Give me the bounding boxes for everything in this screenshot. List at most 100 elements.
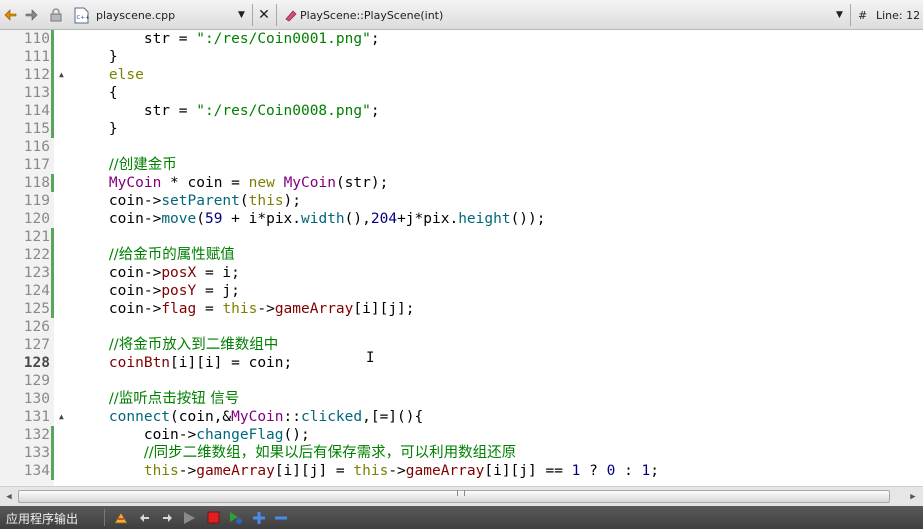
forward-arrow-icon[interactable]: [24, 6, 40, 24]
code-line[interactable]: 133 //同步二维数组，如果以后有保存需求，可以利用数组还原: [0, 444, 923, 462]
scroll-left-icon[interactable]: ◀: [2, 490, 16, 504]
code-token: width: [301, 211, 345, 227]
code-token: else: [108, 67, 144, 83]
code-line[interactable]: 124 coin->posY = j;: [0, 282, 923, 300]
fold-marker-icon[interactable]: ▲: [59, 408, 67, 426]
code-line[interactable]: 123 coin->posX = i;: [0, 264, 923, 282]
code-token: }: [74, 49, 118, 65]
code-text: coin->flag = this->gameArray[i][j];: [74, 300, 415, 318]
chevron-down-icon[interactable]: ▼: [836, 6, 846, 24]
stop-icon[interactable]: [204, 509, 222, 526]
code-token: [i][j];: [353, 301, 415, 317]
scrollbar-thumb[interactable]: [18, 490, 890, 503]
code-line[interactable]: 130 //监听点击按钮 信号: [0, 390, 923, 408]
code-editor[interactable]: 110 str = ":/res/Coin0001.png"; 111 } 112 ▲…: [0, 30, 923, 486]
change-marker: [51, 66, 54, 84]
line-number: 114: [23, 103, 50, 119]
code-line[interactable]: 111 }: [0, 48, 923, 66]
change-marker: [51, 192, 54, 210]
code-line[interactable]: 127 //将金币放入到二维数组中: [0, 336, 923, 354]
output-pane-title[interactable]: 应用程序输出: [6, 510, 78, 527]
code-line[interactable]: 114 str = ":/res/Coin0008.png";: [0, 102, 923, 120]
line-number: 115: [23, 121, 50, 137]
line-number: 133: [23, 445, 50, 461]
up-icon[interactable]: [136, 509, 154, 526]
code-line[interactable]: 121: [0, 228, 923, 246]
code-token: MyCoin: [231, 409, 284, 425]
clear-icon[interactable]: [112, 509, 130, 526]
code-text: str = ":/res/Coin0008.png";: [74, 102, 380, 120]
code-line[interactable]: 110 str = ":/res/Coin0001.png";: [0, 30, 923, 48]
code-token: ":/res/Coin0008.png": [196, 103, 371, 119]
code-line[interactable]: 134 this->gameArray[i][j] = this->gameAr…: [0, 462, 923, 480]
line-number: 111: [23, 49, 50, 65]
code-line[interactable]: 112 ▲ else: [0, 66, 923, 84]
change-marker: [51, 264, 54, 282]
code-token: clicked: [301, 409, 363, 425]
editor-toolbar: C++ playscene.cpp ▼ ✕ PlayScene::PlaySce…: [0, 0, 923, 30]
rerun-icon[interactable]: [226, 509, 244, 526]
line-indicator[interactable]: Line: 12: [876, 6, 923, 24]
text-cursor-icon: I: [366, 350, 375, 366]
code-token: gameArray: [405, 463, 485, 479]
code-token: //监听点击按钮 信号: [108, 391, 240, 407]
code-token: ());: [510, 211, 546, 227]
down-icon[interactable]: [158, 509, 176, 526]
code-token: connect: [108, 409, 171, 425]
change-marker: [51, 120, 54, 138]
scroll-right-icon[interactable]: ▶: [906, 490, 920, 504]
code-line[interactable]: 128 coinBtn[i][i] = coin;: [0, 354, 923, 372]
line-number: 121: [23, 229, 50, 245]
code-token: ":/res/Coin0001.png": [196, 31, 371, 47]
chevron-down-icon[interactable]: ▼: [238, 6, 248, 24]
horizontal-scrollbar[interactable]: ◀ ▶: [0, 486, 923, 506]
code-line[interactable]: 122 //给金币的属性赋值: [0, 246, 923, 264]
code-line[interactable]: 129: [0, 372, 923, 390]
symbol-selector[interactable]: PlayScene::PlayScene(int): [300, 6, 700, 24]
code-line[interactable]: 113 {: [0, 84, 923, 102]
code-line[interactable]: 120 coin->move(59 + i*pix.width(),204+j*…: [0, 210, 923, 228]
code-token: = i;: [196, 265, 240, 281]
code-token: //将金币放入到二维数组中: [108, 337, 279, 353]
code-line[interactable]: 126: [0, 318, 923, 336]
fold-marker-icon[interactable]: ▲: [59, 66, 67, 84]
change-marker: [51, 444, 54, 462]
line-number: 123: [23, 265, 50, 281]
back-arrow-icon[interactable]: [4, 6, 20, 24]
cpp-file-icon: C++: [74, 6, 90, 24]
code-text: coin->move(59 + i*pix.width(),204+j*pix.…: [74, 210, 546, 228]
code-line[interactable]: 125 coin->flag = this->gameArray[i][j];: [0, 300, 923, 318]
zoom-in-icon[interactable]: [250, 509, 268, 526]
close-icon[interactable]: ✕: [256, 6, 272, 24]
code-line[interactable]: 131 ▲ connect(coin,&MyCoin::clicked,[=]()…: [0, 408, 923, 426]
line-number: 128: [23, 355, 50, 371]
code-token: [i][j] =: [274, 463, 354, 479]
line-number: 134: [23, 463, 50, 479]
code-token: str =: [74, 31, 197, 47]
zoom-out-icon[interactable]: [272, 509, 290, 526]
change-marker: [51, 426, 54, 444]
code-text: //给金币的属性赋值: [74, 246, 235, 264]
code-line[interactable]: 118 MyCoin * coin = new MyCoin(str);: [0, 174, 923, 192]
code-token: [i][i] = coin;: [170, 355, 293, 371]
code-line[interactable]: 115 }: [0, 120, 923, 138]
code-line[interactable]: 116: [0, 138, 923, 156]
code-token: this: [353, 463, 389, 479]
code-line[interactable]: 119 coin->setParent(this);: [0, 192, 923, 210]
change-marker: [51, 84, 54, 102]
code-token: ,[=](){: [362, 409, 424, 425]
code-line[interactable]: 117 //创建金币: [0, 156, 923, 174]
line-number: 116: [23, 139, 50, 155]
line-number: 131: [23, 409, 50, 425]
code-line[interactable]: 132 coin->changeFlag();: [0, 426, 923, 444]
code-token: 204: [370, 211, 398, 227]
run-icon[interactable]: [180, 509, 198, 526]
file-selector[interactable]: playscene.cpp: [96, 6, 236, 24]
line-number: 117: [23, 157, 50, 173]
code-text: coin->changeFlag();: [74, 426, 310, 444]
scrollbar-grip-icon: [457, 490, 465, 496]
line-number: 126: [23, 319, 50, 335]
